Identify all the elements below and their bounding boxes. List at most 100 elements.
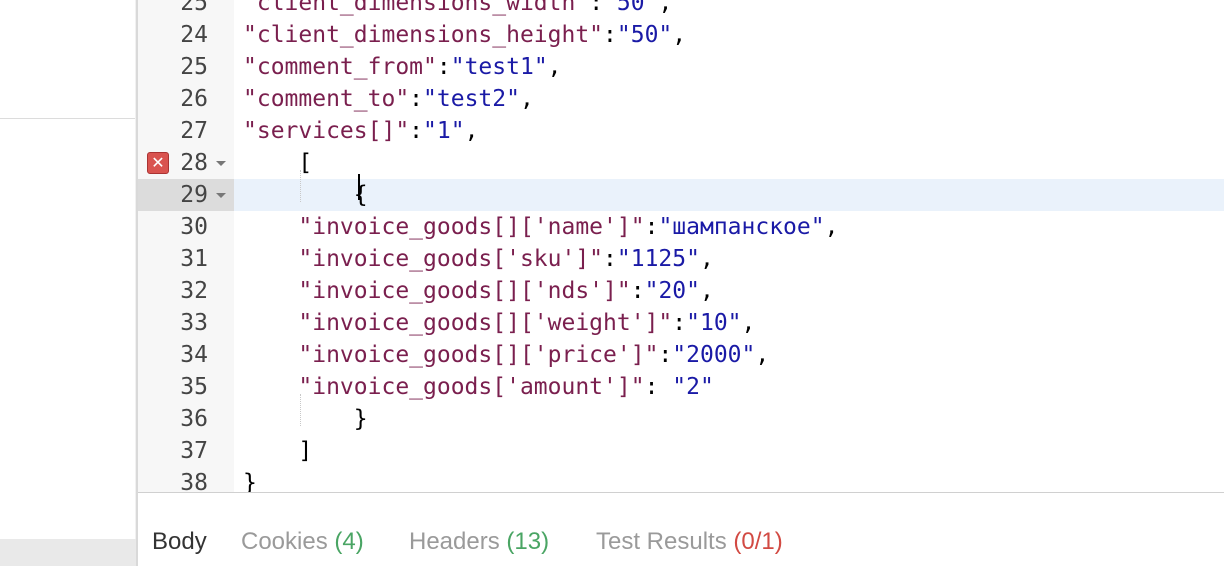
line-number: 28	[180, 150, 208, 176]
code-text: "invoice_goods[]['nds']":"20",	[243, 275, 713, 307]
code-text: "invoice_goods[]['price']":"2000",	[243, 339, 769, 371]
tab-headers[interactable]: Headers (13)	[409, 526, 549, 558]
json-punctuation: :	[672, 310, 687, 336]
line-number: 33	[180, 310, 208, 336]
code-text: ]	[243, 435, 312, 467]
json-punctuation: :	[409, 86, 424, 112]
code-text: "invoice_goods['amount']": "2"	[243, 371, 714, 403]
code-line[interactable]: 33 "invoice_goods[]['weight']":"10",	[138, 307, 1224, 339]
line-number-cell: 31	[138, 243, 234, 275]
line-number-cell: 27	[138, 115, 234, 147]
error-x-icon[interactable]: ✕	[147, 152, 169, 174]
json-punctuation	[243, 374, 298, 400]
json-punctuation: ,	[658, 0, 673, 16]
json-punctuation: :	[603, 246, 617, 272]
line-number: 27	[180, 118, 208, 144]
tab-cookies-count: (4)	[334, 528, 364, 555]
json-key: "invoice_goods[]['nds']"	[298, 278, 631, 304]
line-number: 29	[180, 182, 208, 208]
json-key: "invoice_goods['sku']"	[298, 246, 604, 272]
code-line[interactable]: 34 "invoice_goods[]['price']":"2000",	[138, 339, 1224, 371]
json-punctuation: :	[409, 118, 424, 144]
line-number: 37	[180, 438, 208, 464]
json-punctuation	[243, 278, 298, 304]
line-number-cell: 25	[138, 51, 234, 83]
tab-headers-count: (13)	[506, 528, 550, 555]
line-number: 25	[180, 0, 208, 16]
json-key: "invoice_goods[]['name']"	[298, 214, 645, 240]
json-punctuation: :	[630, 278, 645, 304]
line-number: 30	[180, 214, 208, 240]
code-text: "comment_to":"test2",	[243, 83, 534, 115]
code-text: [	[243, 147, 312, 179]
code-text: "invoice_goods[]['name']":"шампанское",	[243, 211, 838, 243]
code-text: "client_dimensions_width":"50",	[243, 0, 672, 19]
code-line[interactable]: 37 ]	[138, 435, 1224, 467]
tab-body-label: Body	[152, 528, 207, 555]
json-string: "test2"	[423, 86, 520, 112]
line-number: 31	[180, 246, 208, 272]
code-line[interactable]: 31 "invoice_goods['sku']":"1125",	[138, 243, 1224, 275]
tab-cookies[interactable]: Cookies (4)	[241, 526, 364, 558]
json-string: "шампанское"	[658, 214, 825, 240]
line-number: 38	[180, 470, 208, 492]
json-punctuation: :	[589, 0, 604, 16]
json-string: "2"	[672, 374, 714, 400]
line-number: 24	[180, 22, 208, 48]
line-number: 25	[180, 54, 208, 80]
line-number-cell: ✕ 28	[138, 147, 234, 179]
line-number-cell: 26	[138, 83, 234, 115]
tab-test-results-label: Test Results	[596, 528, 727, 555]
code-line[interactable]: 32 "invoice_goods[]['nds']":"20",	[138, 275, 1224, 307]
fold-arrow-icon[interactable]	[216, 193, 226, 198]
code-line[interactable]: 38}	[138, 467, 1224, 492]
indent-guide	[300, 394, 301, 426]
tab-test-results[interactable]: Test Results (0/1)	[596, 526, 783, 558]
json-string: "2000"	[672, 342, 756, 368]
line-number-cell: 37	[138, 435, 234, 467]
code-text: "invoice_goods[]['weight']":"10",	[243, 307, 755, 339]
json-key: "services[]"	[243, 118, 410, 144]
sidebar-footer	[0, 539, 136, 566]
code-line[interactable]: 25 "client_dimensions_width":"50",	[138, 0, 1224, 19]
line-number-cell: 24	[138, 19, 234, 51]
code-text: "invoice_goods['sku']":"1125",	[243, 243, 713, 275]
json-punctuation: :	[644, 214, 659, 240]
json-punctuation: ,	[672, 22, 687, 48]
tab-body[interactable]: Body	[152, 526, 207, 558]
sidebar-panel	[0, 0, 135, 119]
json-punctuation: ]	[243, 438, 313, 464]
code-editor[interactable]: 25 "client_dimensions_width":"50", 24 "clie…	[138, 0, 1224, 492]
json-key: "invoice_goods[]['weight']"	[298, 310, 673, 336]
code-line[interactable]: 30 "invoice_goods[]['name']":"шампанское…	[138, 211, 1224, 243]
json-string: "1125"	[616, 246, 700, 272]
json-punctuation: }	[243, 406, 368, 432]
code-text: }	[243, 403, 368, 435]
json-punctuation: }	[243, 470, 257, 492]
fold-arrow-icon[interactable]	[216, 161, 226, 166]
json-punctuation	[243, 342, 298, 368]
sidebar	[0, 0, 136, 566]
code-line[interactable]: 24 "client_dimensions_height":"50",	[138, 19, 1224, 51]
line-number: 36	[180, 406, 208, 432]
line-number-cell: 25	[138, 0, 234, 19]
json-punctuation	[243, 310, 298, 336]
response-tabs: Body Cookies (4) Headers (13) Test Resul…	[138, 493, 1224, 566]
code-line[interactable]: 26 "comment_to":"test2",	[138, 83, 1224, 115]
json-key: "invoice_goods['amount']"	[298, 374, 645, 400]
json-punctuation: :	[603, 22, 617, 48]
json-key: "invoice_goods[]['price']"	[298, 342, 659, 368]
line-number-cell: 34	[138, 339, 234, 371]
json-punctuation: ,	[824, 214, 839, 240]
code-line[interactable]: 25 "comment_from":"test1",	[138, 51, 1224, 83]
json-punctuation: ,	[741, 310, 756, 336]
json-punctuation: :	[658, 342, 673, 368]
json-string: "50"	[603, 0, 659, 16]
code-text: }	[243, 467, 257, 492]
json-key: "client_dimensions_width"	[243, 0, 590, 16]
code-line[interactable]: 27 "services[]":"1",	[138, 115, 1224, 147]
json-string: "10"	[686, 310, 742, 336]
line-number-cell: 33	[138, 307, 234, 339]
line-number-cell: 35	[138, 371, 234, 403]
json-string: "50"	[616, 22, 673, 48]
